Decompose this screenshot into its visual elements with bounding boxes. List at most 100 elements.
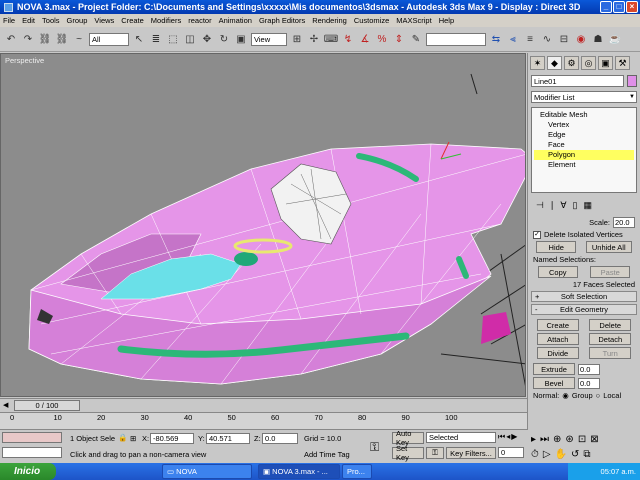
- menu-graph-editors[interactable]: Graph Editors: [259, 16, 305, 25]
- configure-modifier-sets-icon[interactable]: ▦: [583, 200, 592, 211]
- zoom-extents-all-icon[interactable]: ⊠: [590, 434, 598, 445]
- scale-spinner[interactable]: 20.0: [613, 217, 635, 228]
- maximize-viewport-icon[interactable]: ⧉: [583, 449, 590, 460]
- select-rotate-icon[interactable]: ↻: [217, 32, 231, 46]
- menu-views[interactable]: Views: [94, 16, 114, 25]
- paste-button[interactable]: Paste: [590, 266, 631, 278]
- maxscript-mini-listener[interactable]: [2, 447, 62, 458]
- edit-geometry-rollout-header[interactable]: - Edit Geometry: [531, 304, 637, 315]
- menu-create[interactable]: Create: [121, 16, 144, 25]
- selection-filter-dropdown[interactable]: All: [89, 32, 129, 46]
- zoom-all-icon[interactable]: ⊛: [565, 434, 573, 445]
- bevel-button[interactable]: Bevel: [533, 377, 575, 389]
- delete-button[interactable]: Delete: [589, 319, 632, 331]
- select-object-icon[interactable]: ↖: [132, 32, 146, 46]
- mirror-icon[interactable]: ⇆: [489, 32, 503, 46]
- menu-edit[interactable]: Edit: [22, 16, 35, 25]
- attach-button[interactable]: Attach: [536, 333, 579, 345]
- zoom-icon[interactable]: ⊕: [553, 434, 561, 445]
- show-end-result-icon[interactable]: ∣: [550, 200, 555, 211]
- material-editor-icon[interactable]: ◉: [574, 32, 588, 46]
- pin-stack-icon[interactable]: ⊣: [536, 200, 544, 211]
- object-color-swatch[interactable]: [627, 75, 637, 87]
- viewport-label[interactable]: Perspective: [5, 56, 44, 65]
- select-link-icon[interactable]: ⛓: [38, 32, 52, 46]
- stack-item-polygon[interactable]: Polygon: [534, 150, 634, 160]
- current-frame-field[interactable]: 0: [498, 447, 524, 458]
- perspective-viewport[interactable]: Perspective: [0, 53, 526, 397]
- named-selection-icon[interactable]: ✎: [409, 32, 423, 46]
- menu-help[interactable]: Help: [439, 16, 454, 25]
- key-icon[interactable]: ⚿: [370, 440, 379, 455]
- soft-selection-rollout-header[interactable]: + Soft Selection: [531, 291, 637, 302]
- goto-end-icon[interactable]: ⏭: [540, 434, 549, 445]
- group-radio[interactable]: ◉: [562, 391, 569, 400]
- previous-frame-icon[interactable]: ◂: [506, 432, 510, 442]
- field-of-view-icon[interactable]: ▷: [543, 449, 551, 460]
- object-name-field[interactable]: Line01: [531, 75, 624, 87]
- create-tab-icon[interactable]: ✶: [530, 56, 545, 70]
- hide-button[interactable]: Hide: [536, 241, 577, 253]
- menu-animation[interactable]: Animation: [219, 16, 252, 25]
- set-key-button[interactable]: Set Key: [392, 444, 424, 462]
- stack-item-element[interactable]: Element: [534, 160, 634, 170]
- percent-snap-icon[interactable]: %: [375, 32, 389, 46]
- menu-tools[interactable]: Tools: [42, 16, 60, 25]
- unhide-all-button[interactable]: Unhide All: [585, 241, 632, 253]
- track-bar[interactable]: 0 10 20 30 40 50 60 70 80 90 100: [0, 412, 527, 429]
- keyboard-shortcut-icon[interactable]: ⌨: [324, 32, 338, 46]
- z-coordinate-field[interactable]: 0.0: [262, 433, 298, 444]
- spinner-snap-icon[interactable]: ⇕: [392, 32, 406, 46]
- start-button[interactable]: Inicio: [0, 463, 56, 480]
- unlink-icon[interactable]: ⛓: [55, 32, 69, 46]
- curve-editor-icon[interactable]: ∿: [540, 32, 554, 46]
- task-nova-folder[interactable]: ▭ NOVA: [162, 464, 252, 479]
- stack-item-vertex[interactable]: Vertex: [534, 120, 634, 130]
- window-crossing-icon[interactable]: ◫: [183, 32, 197, 46]
- arc-rotate-icon[interactable]: ↺: [571, 449, 579, 460]
- utilities-tab-icon[interactable]: ⚒: [615, 56, 630, 70]
- auto-key-button[interactable]: Auto Key: [392, 429, 424, 447]
- pivot-center-icon[interactable]: ⊞: [290, 32, 304, 46]
- display-tab-icon[interactable]: ▣: [598, 56, 613, 70]
- quick-render-icon[interactable]: ☕: [608, 32, 622, 46]
- make-unique-icon[interactable]: ∀: [560, 200, 566, 211]
- maximize-button[interactable]: □: [613, 1, 625, 13]
- time-config-icon[interactable]: ⏱: [531, 449, 539, 460]
- menu-customize[interactable]: Customize: [354, 16, 389, 25]
- undo-icon[interactable]: ↶: [4, 32, 18, 46]
- layer-manager-icon[interactable]: ≡: [523, 32, 537, 46]
- menu-rendering[interactable]: Rendering: [312, 16, 347, 25]
- task-3dsmax[interactable]: ▣ NOVA 3.max - ...: [258, 464, 340, 479]
- angle-snap-icon[interactable]: ∡: [358, 32, 372, 46]
- x-coordinate-field[interactable]: -80.569: [150, 433, 194, 444]
- reference-coordinate-dropdown[interactable]: View: [251, 32, 287, 46]
- delete-isolated-checkbox[interactable]: ✓: [533, 230, 541, 239]
- detach-button[interactable]: Detach: [589, 333, 632, 345]
- y-coordinate-field[interactable]: 40.571: [206, 433, 250, 444]
- set-key-icon[interactable]: ⚿: [426, 447, 444, 459]
- divide-button[interactable]: Divide: [536, 347, 579, 359]
- motion-tab-icon[interactable]: ◎: [581, 56, 596, 70]
- create-button[interactable]: Create: [536, 319, 579, 331]
- close-button[interactable]: ×: [626, 1, 638, 13]
- lock-selection-icon[interactable]: 🔒: [118, 433, 127, 442]
- maxscript-listener-field[interactable]: [2, 432, 62, 443]
- select-scale-icon[interactable]: ▣: [234, 32, 248, 46]
- local-radio[interactable]: ○: [596, 391, 601, 400]
- menu-group[interactable]: Group: [67, 16, 88, 25]
- zoom-extents-icon[interactable]: ⊡: [578, 434, 586, 445]
- named-selection-sets-dropdown[interactable]: [426, 32, 486, 46]
- bind-space-warp-icon[interactable]: ~: [72, 32, 86, 46]
- task-other[interactable]: Pro...: [342, 464, 372, 479]
- align-icon[interactable]: ⫷: [506, 32, 520, 46]
- copy-button[interactable]: Copy: [537, 266, 578, 278]
- stack-item-face[interactable]: Face: [534, 140, 634, 150]
- modify-tab-icon[interactable]: ◆: [547, 56, 562, 70]
- minimize-button[interactable]: _: [600, 1, 612, 13]
- key-filters-button[interactable]: Key Filters...: [446, 447, 496, 459]
- render-scene-icon[interactable]: ☗: [591, 32, 605, 46]
- time-slider-left-icon[interactable]: ◀: [3, 401, 12, 410]
- stack-item-editable-mesh[interactable]: Editable Mesh: [534, 110, 634, 120]
- absolute-mode-icon[interactable]: ⊞: [130, 434, 136, 443]
